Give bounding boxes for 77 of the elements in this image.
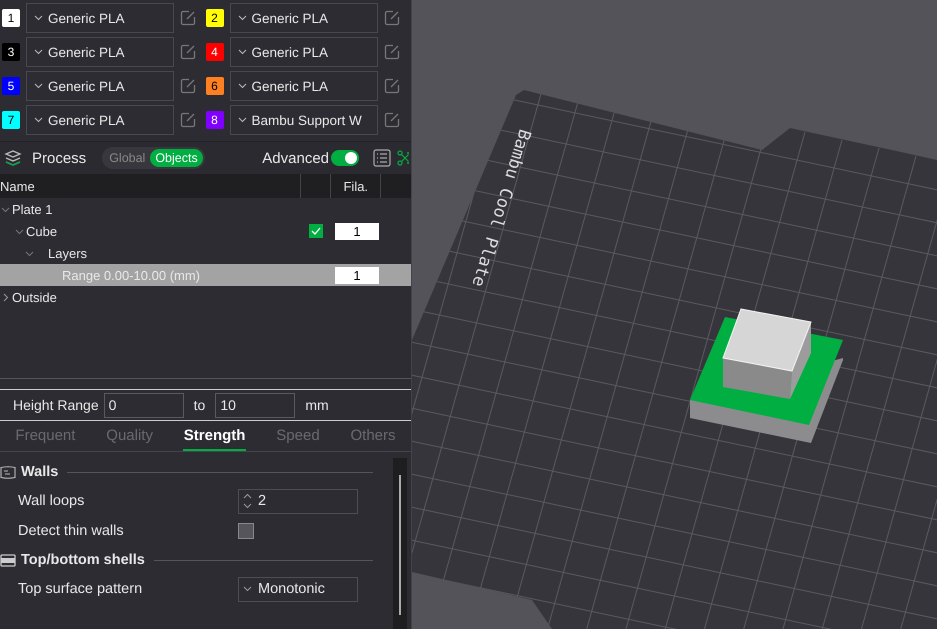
tree-row[interactable]: Outside — [0, 286, 411, 308]
chevron-down-icon — [238, 49, 246, 55]
chevron-down-icon — [238, 117, 246, 123]
tree-row[interactable]: Cube 1 — [0, 220, 411, 242]
filament-color-swatch[interactable]: 5 — [2, 77, 20, 95]
tree-item-label: Outside — [12, 290, 57, 304]
chevron-right-icon[interactable] — [1, 292, 10, 302]
scrollbar[interactable] — [399, 475, 401, 615]
plate-label: Bambu Cool Plate — [467, 126, 534, 290]
layers-icon — [4, 150, 22, 166]
filament-dropdown[interactable]: Generic PLA — [26, 105, 174, 135]
filament-dropdown[interactable]: Generic PLA — [26, 3, 174, 33]
spin-arrows-icon[interactable] — [243, 493, 252, 509]
filament-number-field[interactable]: 1 — [335, 266, 379, 284]
edit-icon[interactable] — [384, 10, 400, 26]
filament-color-swatch[interactable]: 6 — [206, 77, 224, 95]
advanced-label: Advanced — [262, 150, 329, 166]
tree-row[interactable]: Layers — [0, 242, 411, 264]
filament-color-swatch[interactable]: 3 — [2, 43, 20, 61]
edit-icon[interactable] — [384, 78, 400, 94]
chevron-down-icon — [34, 49, 43, 55]
section-title: Walls — [21, 464, 58, 480]
setting-label: Detect thin walls — [18, 523, 125, 539]
chevron-down-icon[interactable] — [1, 204, 10, 214]
chevron-down-icon — [238, 15, 246, 21]
chevron-down-icon — [238, 83, 246, 89]
filament-dropdown[interactable]: Generic PLA — [230, 37, 378, 67]
tree-row[interactable]: Plate 1 — [0, 198, 411, 220]
filament-dropdown[interactable]: Generic PLA — [26, 71, 174, 101]
chevron-down-icon[interactable] — [15, 226, 24, 236]
column-header: Fila. — [330, 174, 380, 198]
filament-number-field[interactable]: 1 — [335, 222, 379, 240]
settings-tab[interactable]: Strength — [182, 421, 246, 451]
checkbox[interactable] — [309, 224, 323, 238]
chevron-down-icon — [34, 117, 43, 123]
filament-color-swatch[interactable]: 4 — [206, 43, 224, 61]
edit-icon[interactable] — [384, 44, 400, 60]
filament-color-swatch[interactable]: 8 — [206, 111, 224, 129]
checkbox[interactable] — [238, 523, 254, 539]
height-range-label: Height Range — [13, 397, 99, 413]
chevron-down-icon — [34, 15, 43, 21]
tree-item-label: Layers — [48, 246, 88, 260]
filament-color-swatch[interactable]: 7 — [2, 111, 20, 129]
column-header: Name — [0, 178, 36, 196]
pattern-dropdown[interactable]: Monotonic — [238, 576, 358, 602]
edit-icon[interactable] — [180, 44, 196, 60]
filament-dropdown[interactable]: Generic PLA — [230, 3, 378, 33]
advanced-switch[interactable] — [331, 150, 359, 166]
list-icon[interactable] — [373, 149, 391, 167]
tree-item-label: Plate 1 — [12, 202, 52, 216]
edit-icon[interactable] — [180, 112, 196, 128]
chevron-down-icon — [34, 83, 43, 89]
edit-icon[interactable] — [180, 10, 196, 26]
range-from-field[interactable]: 0 — [104, 392, 184, 418]
edit-icon[interactable] — [180, 78, 196, 94]
tree-item-label: Range 0.00-10.00 (mm) — [62, 268, 200, 282]
process-title: Process — [32, 150, 86, 166]
setting-label: Top surface pattern — [18, 581, 144, 597]
filament-dropdown[interactable]: Generic PLA — [230, 71, 378, 101]
shells-icon — [0, 554, 16, 566]
tree-item-label: Cube — [26, 224, 58, 238]
edit-icon[interactable] — [384, 112, 400, 128]
wall-icon — [0, 466, 16, 478]
filament-color-swatch[interactable]: 2 — [206, 9, 224, 27]
wall-loops-field[interactable]: 2 — [238, 488, 358, 514]
filament-color-swatch[interactable]: 1 — [2, 9, 20, 27]
setting-label: Wall loops — [18, 493, 86, 509]
tree-row[interactable]: Range 0.00-10.00 (mm) 1 — [0, 264, 411, 286]
scissors-icon[interactable] — [397, 150, 411, 166]
section-title: Top/bottom shells — [21, 552, 145, 568]
filament-dropdown[interactable]: Generic PLA — [26, 37, 174, 67]
to-label: to — [194, 397, 206, 413]
chevron-down-icon[interactable] — [25, 248, 34, 258]
filament-dropdown[interactable]: Bambu Support W — [230, 105, 378, 135]
chevron-down-icon — [243, 586, 252, 592]
range-to-field[interactable]: 10 — [215, 392, 296, 418]
unit-label: mm — [305, 397, 329, 413]
